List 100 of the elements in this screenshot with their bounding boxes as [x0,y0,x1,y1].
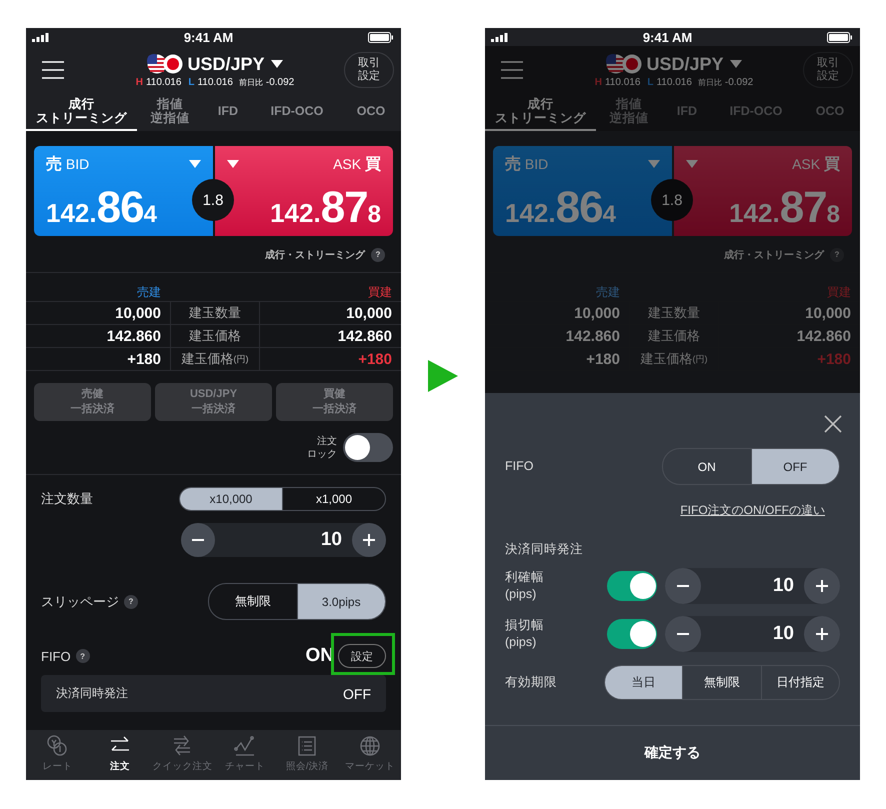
order-mode-label: 成行・ストリーミング [265,248,365,262]
trade-settings-button[interactable]: 取引 設定 [803,52,853,88]
order-type-tab[interactable]: 指値 逆指値 [137,93,203,131]
row-label: 建玉価格(円) [629,348,719,370]
table-cell-text: 10,000 [345,304,393,322]
ask-price: 142.878 [270,186,381,230]
tab-bar-item[interactable]: チャート [214,730,276,780]
expiry-segment[interactable]: 日付指定 [760,666,839,699]
expiry-segment[interactable]: 無制限 [682,666,761,699]
menu-icon[interactable] [42,60,64,78]
settlement-status: OFF [343,686,371,702]
coins-icon [45,734,70,758]
tab-bar-item[interactable]: クイック注文 [151,730,214,780]
fifo-segment[interactable]: ON [663,449,750,484]
low-price: 110.016 [197,77,233,88]
buy-header: 買建 [826,284,852,300]
price-change: -0.092 [266,77,294,88]
table-cell-text: 142.860 [336,328,393,344]
price-change: -0.092 [724,77,754,88]
table-cell-text: 142.860 [796,328,852,344]
table-cell-text: +180 [816,350,852,368]
flags-drawing [606,54,642,74]
change-label: 前日比 [238,77,263,88]
fifo-segment[interactable]: OFF [750,449,839,484]
flags-drawing [147,54,184,74]
bid-price: 142.864 [46,186,158,230]
table-cell-text: 10,000 [804,304,852,322]
tab-bar-item[interactable]: マーケット [338,730,401,780]
toggle-switch[interactable] [607,571,657,601]
quantity-value[interactable]: 10 [701,623,804,645]
table-cell-text: 10,000 [114,304,162,322]
row-label: 建玉価格 [629,325,719,347]
tab-bar-item[interactable]: レート [26,730,88,780]
change-label: 前日比 [698,77,722,88]
section-title: 決済同時発注 [505,541,584,558]
plus-button[interactable] [352,523,386,557]
settings-button[interactable]: 設定 [338,644,386,668]
table-cell-text: +180 [357,350,393,368]
tab-bar-item[interactable]: 照会/決済 [276,730,338,780]
slippage-segment[interactable]: 3.0pips [296,584,385,619]
caret-icon[interactable] [686,160,698,169]
field-label: 決済同時発注 [56,685,128,702]
currency-pair-dropdown[interactable]: USD/JPY [187,54,283,74]
plus-button[interactable] [804,568,840,604]
low-price: 110.016 [656,77,692,88]
row-label: 建玉価格(円) [170,348,260,370]
plus-icon [815,627,829,641]
currency-pair-dropdown[interactable]: USD/JPY [646,54,742,74]
field-label: FIFO [41,648,71,664]
field-label: FIFO [505,458,534,475]
slippage-segment[interactable]: 無制限 [209,584,296,619]
confirm-button[interactable]: 確定する [485,725,860,780]
order-type-tab[interactable]: OCO [341,93,401,131]
fifo-difference-link[interactable]: FIFO注文のON/OFFの違い [680,502,825,519]
high-price: 110.016 [604,77,640,88]
unit-segment[interactable]: x10,000 [180,488,282,510]
expiry-segment[interactable]: 当日 [605,666,682,699]
order-mode-label: 成行・ストリーミング [724,248,824,262]
toggle-switch[interactable] [607,619,657,649]
help-button[interactable]: ? [371,248,385,262]
plus-button[interactable] [804,616,840,652]
caret-icon [270,60,283,68]
unit-segment[interactable]: x1,000 [282,488,385,510]
order-type-tab[interactable]: IFD [203,93,253,131]
order-type-tab[interactable]: 成行 ストリーミング [485,93,596,131]
minus-button[interactable] [181,523,215,557]
field-label: 損切幅 (pips) [505,617,545,651]
table-cell-text: +180 [585,350,621,368]
bid-label: 売 BID [505,154,548,175]
line-chart-icon [232,734,257,758]
sell-header: 売建 [136,284,162,300]
tab-bar-item[interactable]: 注文 [88,730,151,780]
quantity-value[interactable]: 10 [215,529,352,551]
help-button[interactable]: ? [124,594,138,608]
caret-icon[interactable] [226,160,238,169]
high-label: H [594,77,602,88]
plus-icon [815,579,829,593]
quantity-value[interactable]: 10 [701,575,804,597]
high-label: H [136,77,143,88]
order-type-tab[interactable]: IFD-OCO [253,93,341,131]
buy-header: 買建 [367,284,393,300]
signal-icon [32,32,49,42]
low-label: L [647,77,654,88]
close-icon[interactable] [824,415,842,433]
table-cell-text: 142.860 [106,328,162,344]
plus-icon [362,533,376,547]
row-label: 建玉価格 [170,325,260,347]
high-price: 110.016 [146,77,182,88]
caret-icon[interactable] [188,160,200,169]
ask-label: ASK 買 [333,155,381,175]
ask-label: ASK 買 [792,155,840,175]
globe-icon [358,734,382,758]
help-button[interactable]: ? [76,649,90,663]
battery-icon [368,32,393,42]
trade-settings-button[interactable]: 取引 設定 [344,52,394,88]
table-cell-text: 142.860 [564,328,621,344]
caret-icon[interactable] [648,160,660,169]
help-button[interactable]: ? [830,248,844,262]
toggle-switch[interactable] [343,433,393,462]
order-type-tab[interactable]: 成行 ストリーミング [26,93,137,131]
